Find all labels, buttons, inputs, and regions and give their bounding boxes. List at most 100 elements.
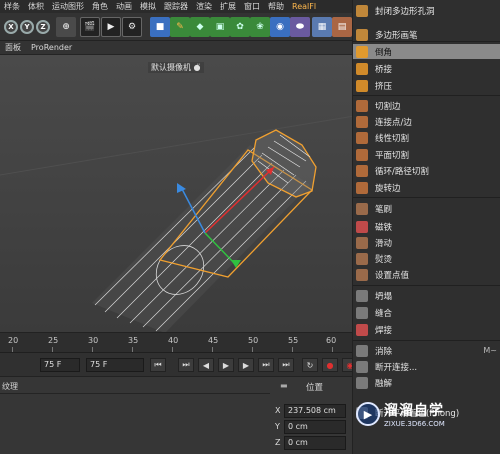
menu-item[interactable]: 样条 [0, 1, 24, 12]
position-x-field[interactable]: 237.508 cm [284, 404, 346, 418]
coordinate-system-icon[interactable]: ⊕ [56, 17, 76, 37]
context-menu-item[interactable]: 线性切割 [353, 130, 500, 145]
context-menu-item[interactable]: 平面切割 [353, 147, 500, 162]
current-frame-field[interactable]: 75 F [40, 358, 80, 372]
context-menu-item[interactable]: 磁铁 [353, 219, 500, 234]
array-icon[interactable]: ▣ [210, 17, 230, 37]
tool-icon [356, 323, 368, 336]
tool-icon [356, 181, 368, 194]
tool-icon [356, 360, 368, 373]
menu-item[interactable]: 跟踪器 [160, 1, 192, 12]
context-menu-label: 磁铁 [375, 222, 393, 233]
context-menu-item[interactable]: 滑动 [353, 235, 500, 250]
context-menu-label: 消除 [375, 346, 393, 357]
render-settings-icon[interactable]: ⚙ [122, 17, 142, 37]
context-menu-item[interactable]: 融解 [353, 375, 500, 390]
context-menu-label: 笔刷 [375, 204, 393, 215]
material-tab[interactable]: 纹理 [2, 381, 18, 392]
position-y-field[interactable]: 0 cm [284, 420, 346, 434]
context-menu-label: 缝合 [375, 308, 393, 319]
next-key-icon[interactable]: ⏭ [258, 358, 274, 372]
menu-item[interactable]: 体积 [24, 1, 48, 12]
tool-icon [356, 289, 368, 302]
tool-icon [356, 344, 368, 357]
menu-item[interactable]: 模拟 [136, 1, 160, 12]
render-picture-viewer-icon[interactable]: ▶ [101, 17, 121, 37]
context-menu-item[interactable]: 封闭多边形孔洞 [353, 3, 500, 18]
context-menu-item[interactable]: 笔刷 [353, 201, 500, 216]
watermark-title: 溜溜自学 [384, 403, 444, 419]
deformer-icon[interactable]: ◉ [270, 17, 290, 37]
go-to-end-icon[interactable]: ⏭ [278, 358, 294, 372]
loop-icon[interactable]: ↻ [302, 358, 318, 372]
step-forward-icon[interactable]: ▶ [238, 358, 254, 372]
context-menu-item[interactable]: 挤压 [353, 78, 500, 93]
context-menu-item[interactable]: 桥接 [353, 61, 500, 76]
context-menu-item[interactable]: 焊接 [353, 322, 500, 337]
context-menu-item[interactable]: 坍塌 [353, 288, 500, 303]
context-menu-item[interactable]: 切割边 [353, 98, 500, 113]
context-menu-item[interactable]: 旋转边 [353, 180, 500, 195]
step-back-icon[interactable]: ◀ [198, 358, 214, 372]
record-icon[interactable]: ● [322, 358, 338, 372]
subdivision-icon[interactable]: ◆ [190, 17, 210, 37]
tool-icon [356, 202, 368, 215]
field-icon[interactable]: ⬬ [290, 17, 310, 37]
go-to-start-icon[interactable]: ⏮ [150, 358, 166, 372]
render-view-icon[interactable]: 🎬 [80, 17, 100, 37]
context-menu-item[interactable]: 设置点值 [353, 267, 500, 282]
menu-item[interactable]: 扩展 [216, 1, 240, 12]
menu-item[interactable]: 运动图形 [48, 1, 88, 12]
coord-axis-x: X [275, 406, 281, 415]
context-menu-label: 切割边 [375, 101, 401, 112]
tool-icon [356, 62, 368, 75]
menu-item[interactable]: 角色 [88, 1, 112, 12]
tool-icon [356, 220, 368, 233]
context-menu-label: 融解 [375, 378, 393, 389]
context-menu-item[interactable]: 连接点/边 [353, 114, 500, 129]
position-z-field[interactable]: 0 cm [284, 436, 346, 450]
cube-icon[interactable]: ■ [150, 17, 170, 37]
pen-icon[interactable]: ✎ [170, 17, 190, 37]
viewport-scene [0, 114, 360, 332]
context-menu-label: 旋转边 [375, 183, 401, 194]
play-icon[interactable]: ▶ [218, 358, 234, 372]
tool-icon [356, 28, 368, 41]
floor-icon[interactable]: ▦ [312, 17, 332, 37]
viewport[interactable] [0, 55, 360, 332]
viewport-menu-panel[interactable]: 面板 [0, 42, 26, 53]
context-menu-label: 线性切割 [375, 133, 410, 144]
menu-item[interactable]: 渲染 [192, 1, 216, 12]
context-menu-item[interactable]: 倒角 [353, 44, 500, 59]
cloner-icon[interactable]: ❀ [250, 17, 270, 37]
menu-item[interactable]: RealFl [288, 2, 320, 11]
camera-icon[interactable]: ▤ [332, 17, 352, 37]
transport-bar: 75 F 75 F ⏮ ⏭ ◀ ▶ ▶ ⏭ ⏭ ↻ ● ◉ [0, 352, 360, 376]
tool-icon [356, 306, 368, 319]
watermark-url: ZIXUE.3D66.COM [384, 420, 445, 428]
timeline-ruler[interactable]: 20 25 30 35 40 45 50 55 60 [0, 332, 360, 352]
boole-icon[interactable]: ✿ [230, 17, 250, 37]
menu-item[interactable]: 窗口 [240, 1, 264, 12]
end-frame-field[interactable]: 75 F [86, 358, 144, 372]
context-menu-item[interactable]: 断开连接... [353, 359, 500, 374]
z-axis-lock-button[interactable]: Z [36, 20, 50, 34]
context-menu-item[interactable]: 缝合 [353, 305, 500, 320]
position-label: 位置 [306, 383, 324, 393]
context-menu-item[interactable]: 熨烫 [353, 251, 500, 266]
context-menu-item[interactable]: 循环/路径切割 [353, 163, 500, 178]
x-axis-lock-button[interactable]: X [4, 20, 18, 34]
tool-icon [356, 115, 368, 128]
ruler-tick: 45 [208, 336, 219, 345]
tool-icon [356, 79, 368, 92]
previous-key-icon[interactable]: ⏭ [178, 358, 194, 372]
y-axis-lock-button[interactable]: Y [20, 20, 34, 34]
menu-item[interactable]: 帮助 [264, 1, 288, 12]
tool-icon [356, 148, 368, 161]
context-menu-item[interactable]: 消除 M~ [353, 343, 500, 358]
context-menu-item[interactable]: 多边形画笔 [353, 27, 500, 42]
context-menu-label: 多边形画笔 [375, 30, 418, 41]
watermark: ▶ 溜溜自学 ZIXUE.3D66.COM [356, 398, 476, 430]
menu-item[interactable]: 动画 [112, 1, 136, 12]
viewport-menu-prorender[interactable]: ProRender [26, 43, 77, 52]
